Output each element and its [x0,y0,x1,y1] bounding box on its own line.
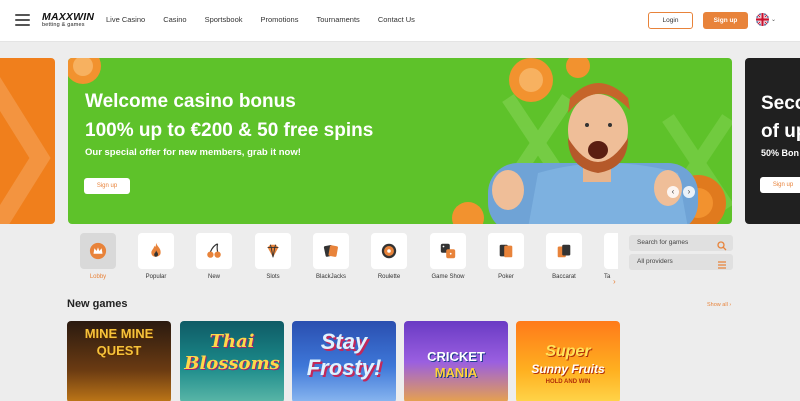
game-title-line3: HOLD AND WIN [545,379,591,385]
crown-icon [80,233,116,269]
category-blackjacks[interactable]: BlackJacks [313,233,349,280]
top-header: MAXXWIN betting & games Live Casino Casi… [0,0,800,42]
filter-icon [717,257,727,275]
game-card-thai-blossoms[interactable]: Thai Blossoms [180,321,284,401]
nav-promotions[interactable]: Promotions [261,15,299,24]
category-new[interactable]: New [196,233,232,280]
category-lobby[interactable]: Lobby [80,233,116,280]
roulette-wheel-icon [371,233,407,269]
category-label: Slots [266,274,280,280]
banner-offer: 100% up to €200 & 50 free spins [85,120,374,141]
category-baccarat[interactable]: Baccarat [546,233,582,280]
banner-next-signup-button[interactable]: Sign up [760,177,800,193]
nav-live-casino[interactable]: Live Casino [106,15,145,24]
main-nav: Live Casino Casino Sportsbook Promotions… [106,15,433,24]
signup-button[interactable]: Sign up [703,12,748,29]
baccarat-cards-icon [546,233,582,269]
banner-title: Welcome casino bonus [85,91,296,112]
providers-label: All providers [637,258,673,265]
new-games-heading: New games [67,298,128,310]
banner-next-arrow-icon[interactable]: › [683,186,695,198]
categories-next-arrow-icon[interactable]: › [613,277,616,286]
cherries-icon [196,233,232,269]
category-slots[interactable]: Slots [255,233,291,280]
logo-tagline: betting & games [42,22,85,28]
nav-casino[interactable]: Casino [163,15,186,24]
poker-cards-icon [488,233,524,269]
game-title-line2: Sunny Fruits [531,362,605,376]
game-title-line1: Stay [320,329,368,354]
game-title-line1: MINE MINE [84,326,154,341]
site-logo[interactable]: MAXXWIN betting & games [42,12,94,29]
uk-flag-icon[interactable] [756,13,769,26]
banner-next-title: Seco [761,93,800,114]
banner-prev-art [0,77,51,224]
category-label: BlackJacks [315,274,346,280]
search-placeholder: Search for games [637,239,689,246]
banner-subtitle: Our special offer for new members, grab … [85,147,301,158]
game-title-line1: Thai [209,331,255,352]
game-title-line2: QUEST [96,343,142,358]
category-popular[interactable]: Popular [138,233,174,280]
category-label: Roulette [377,274,401,280]
flame-icon [138,233,174,269]
banner-next-offer: of up [761,121,800,142]
banner-prev-partial[interactable] [0,58,55,224]
game-title-line2: Blossoms [184,353,280,374]
banner-next-subtitle: 50% Bon [761,148,800,158]
category-table-games[interactable]: Ta [604,233,618,280]
menu-icon[interactable] [15,14,30,26]
game-card-mine-mine-quest[interactable]: MINE MINE QUEST [67,321,171,401]
category-label: Baccarat [552,274,576,280]
game-card-super-sunny-fruits[interactable]: Super Sunny Fruits HOLD AND WIN [516,321,620,401]
welcome-banner[interactable]: Welcome casino bonus 100% up to €200 & 5… [68,58,732,224]
cards-icon [313,233,349,269]
category-label: New [207,274,220,280]
category-label: Lobby [89,274,107,280]
providers-dropdown[interactable]: All providers [629,254,733,270]
banner-signup-button[interactable]: Sign up [84,178,130,194]
diamond-icon [255,233,291,269]
category-label: Popular [145,274,167,280]
game-card-stay-frosty[interactable]: Stay Frosty! [292,321,396,401]
game-title-line2: Frosty! [306,355,382,380]
logo-name: MAXXWIN [42,11,95,23]
dice-icon [430,233,466,269]
chevron-down-icon[interactable]: ⌄ [771,16,776,23]
table-games-icon [604,233,618,269]
login-button[interactable]: Login [648,12,693,29]
category-roulette[interactable]: Roulette [371,233,407,280]
category-label: Game Show [431,274,465,280]
game-search-input[interactable]: Search for games [629,235,733,251]
banner-next-partial[interactable]: Seco of up 50% Bon Sign up [745,58,800,224]
game-title-line2: MANIA [434,365,478,380]
nav-contact-us[interactable]: Contact Us [378,15,415,24]
category-poker[interactable]: Poker [488,233,524,280]
game-card-cricket-mania[interactable]: CRICKET MANIA [404,321,508,401]
game-title-line1: Super [545,343,591,360]
category-label: Poker [498,274,514,280]
game-title-line1: CRICKET [427,349,485,364]
banner-prev-arrow-icon[interactable]: ‹ [667,186,679,198]
nav-tournaments[interactable]: Tournaments [316,15,359,24]
category-game-show[interactable]: Game Show [430,233,466,280]
nav-sportsbook[interactable]: Sportsbook [205,15,243,24]
show-all-link[interactable]: Show all › [707,302,731,308]
